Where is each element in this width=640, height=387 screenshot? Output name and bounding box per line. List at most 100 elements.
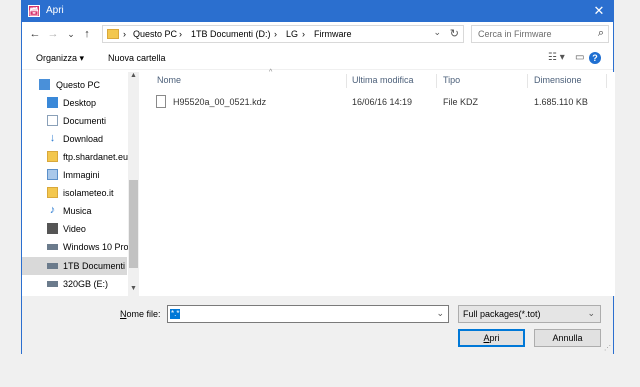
music-icon: ♪ [49, 204, 56, 216]
breadcrumb-questo-pc[interactable]: Questo PC [133, 29, 177, 39]
column-header-type[interactable]: Tipo [443, 72, 460, 88]
sidebar-item-label: 320GB (E:) [63, 279, 109, 289]
drive-icon [47, 244, 58, 250]
column-divider[interactable] [346, 74, 347, 88]
search-box[interactable]: Cerca in Firmware ⌕ [471, 25, 609, 43]
folder-icon [107, 29, 119, 39]
drive-icon [47, 281, 58, 287]
file-list: ^ Nome Ultima modifica Tipo Dimensione H… [147, 69, 615, 296]
file-name: H95520a_00_0521.kdz [173, 97, 267, 107]
sidebar-item-label: Windows 10 Pro [63, 242, 129, 252]
forward-arrow-icon[interactable]: → [46, 27, 60, 41]
filetype-dropdown-icon[interactable]: ⌄ [587, 308, 595, 319]
sidebar-item-label: Video [63, 224, 86, 234]
window-title: Apri [46, 5, 64, 16]
pictures-icon [47, 169, 58, 180]
computer-icon [39, 79, 50, 90]
desktop-icon [47, 97, 58, 108]
sidebar-item-1tb-documenti[interactable]: 1TB Documenti [22, 257, 127, 275]
column-header-modified[interactable]: Ultima modifica [352, 72, 414, 88]
column-header-name[interactable]: Nome [157, 72, 181, 88]
breadcrumb-firmware[interactable]: Firmware [314, 29, 352, 39]
sidebar-item-label: 1TB Documenti [63, 261, 126, 271]
sidebar-item-musica[interactable]: ♪ Musica [22, 202, 127, 220]
filename-label: Nome file: [120, 309, 161, 319]
dialog-footer: Nome file: *.* ⌄ Full packages(*.tot) ⌄ … [22, 296, 613, 354]
command-bar: Organizza ▾ Nuova cartella ☷ ▾ ▭ ? [22, 48, 613, 70]
refresh-icon[interactable]: ↻ [450, 27, 459, 40]
screen-background: 🗃 Apri ✕ ← → ⌄ ↑ › Questo PC › 1TB Docum… [0, 0, 640, 387]
column-divider[interactable] [606, 74, 607, 88]
download-icon: ↓ [49, 132, 56, 144]
filename-value[interactable]: *.* [170, 309, 181, 319]
file-icon [156, 95, 166, 108]
network-folder-icon [47, 151, 58, 162]
drive-icon [47, 263, 58, 269]
breadcrumb-lg[interactable]: LG [286, 29, 298, 39]
sidebar-item-label: Desktop [63, 98, 97, 108]
sidebar-item-immagini[interactable]: Immagini [22, 166, 127, 184]
open-button[interactable]: Apri [458, 329, 525, 347]
sidebar-item-320gb-e[interactable]: 320GB (E:) [22, 275, 127, 293]
title-bar[interactable]: 🗃 Apri ✕ [22, 0, 613, 22]
address-dropdown-icon[interactable]: ⌄ [433, 27, 441, 38]
recent-locations-chevron-icon[interactable]: ⌄ [64, 27, 78, 41]
column-divider[interactable] [436, 74, 437, 88]
filetype-value: Full packages(*.tot) [463, 309, 541, 319]
network-folder-icon [47, 187, 58, 198]
filename-input[interactable]: *.* ⌄ [167, 305, 449, 323]
filename-dropdown-icon[interactable]: ⌄ [436, 308, 444, 319]
sidebar-item-label: isolameteo.it [63, 188, 114, 198]
sidebar-item-windows-10-pro[interactable]: Windows 10 Pro [22, 238, 129, 256]
breadcrumb-separator[interactable]: › [274, 29, 277, 39]
help-icon[interactable]: ? [589, 52, 601, 64]
scroll-up-icon[interactable]: ▲ [128, 72, 139, 83]
search-placeholder: Cerca in Firmware [478, 29, 552, 39]
sidebar-item-desktop[interactable]: Desktop [22, 94, 127, 112]
breadcrumb-separator[interactable]: › [123, 29, 126, 39]
column-divider[interactable] [527, 74, 528, 88]
documents-icon [47, 115, 58, 126]
file-row[interactable]: H95520a_00_0521.kdz 16/06/16 14:19 File … [154, 93, 609, 111]
new-folder-button[interactable]: Nuova cartella [108, 53, 166, 63]
sidebar-item-video[interactable]: Video [22, 220, 127, 238]
sidebar-item-label: Musica [63, 206, 92, 216]
open-file-dialog: 🗃 Apri ✕ ← → ⌄ ↑ › Questo PC › 1TB Docum… [21, 0, 615, 354]
file-type: File KDZ [443, 97, 479, 107]
sidebar-item-download[interactable]: ↓ Download [22, 130, 127, 148]
scroll-down-icon[interactable]: ▼ [128, 285, 139, 296]
breadcrumb-drive-d[interactable]: 1TB Documenti (D:) [191, 29, 271, 39]
column-header-size[interactable]: Dimensione [534, 72, 582, 88]
address-bar[interactable]: › Questo PC › 1TB Documenti (D:) › LG › … [102, 25, 464, 43]
sidebar-item-label: Questo PC [56, 80, 101, 90]
back-arrow-icon[interactable]: ← [28, 27, 42, 41]
breadcrumb-separator[interactable]: › [302, 29, 305, 39]
preview-pane-icon[interactable]: ▭ [575, 52, 584, 63]
search-icon[interactable]: ⌕ [598, 27, 604, 40]
sidebar-item-documenti[interactable]: Documenti [22, 112, 127, 130]
cancel-button[interactable]: Annulla [534, 329, 601, 347]
organize-button[interactable]: Organizza ▾ [36, 53, 84, 64]
navigation-pane: Questo PC Desktop Documenti ↓ Download f… [22, 72, 140, 296]
sidebar-item-ftp-shardanet[interactable]: ftp.shardanet.eu [22, 148, 129, 166]
view-options-icon[interactable]: ☷ ▾ [548, 52, 565, 63]
sort-ascending-icon: ^ [269, 69, 273, 76]
scroll-thumb[interactable] [129, 180, 138, 268]
sidebar-item-label: ftp.shardanet.eu [63, 152, 129, 162]
sidebar-item-questo-pc[interactable]: Questo PC [22, 76, 127, 94]
sidebar-item-label: Documenti [63, 116, 107, 126]
file-size: 1.685.110 KB [534, 97, 588, 107]
filetype-select[interactable]: Full packages(*.tot) ⌄ [458, 305, 601, 323]
sidebar-item-label: Immagini [63, 170, 100, 180]
up-arrow-icon[interactable]: ↑ [80, 27, 94, 41]
video-icon [47, 223, 58, 234]
app-icon: 🗃 [28, 5, 40, 17]
file-modified: 16/06/16 14:19 [352, 97, 413, 107]
sidebar-item-label: Download [63, 134, 104, 144]
navigation-bar: ← → ⌄ ↑ › Questo PC › 1TB Documenti (D:)… [22, 23, 613, 45]
sidebar-item-isolameteo[interactable]: isolameteo.it [22, 184, 127, 202]
breadcrumb-separator[interactable]: › [179, 29, 182, 39]
close-icon[interactable]: ✕ [591, 3, 607, 19]
resize-grip-icon[interactable]: ⋰ [604, 344, 611, 352]
navigation-scrollbar[interactable]: ▲ ▼ [128, 72, 139, 296]
